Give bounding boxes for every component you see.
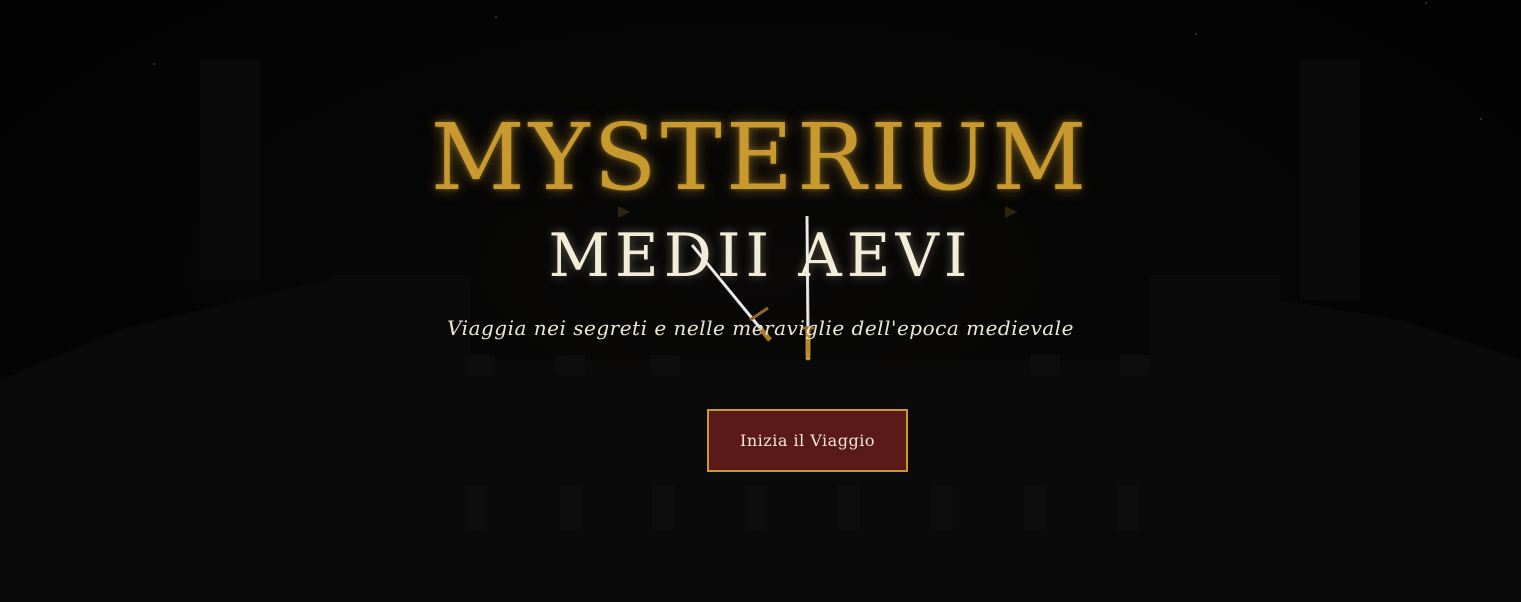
- hero-content: MYSTERIUM MEDII AEVI Viaggia nei segreti…: [0, 0, 1521, 602]
- page-subtitle: MEDII AEVI: [548, 221, 973, 291]
- hero-section: MYSTERIUM MEDII AEVI Viaggia nei segreti…: [0, 0, 1521, 602]
- hero-tagline: Viaggia nei segreti e nelle meraviglie d…: [447, 316, 1074, 340]
- start-journey-button[interactable]: Inizia il Viaggio: [707, 409, 908, 472]
